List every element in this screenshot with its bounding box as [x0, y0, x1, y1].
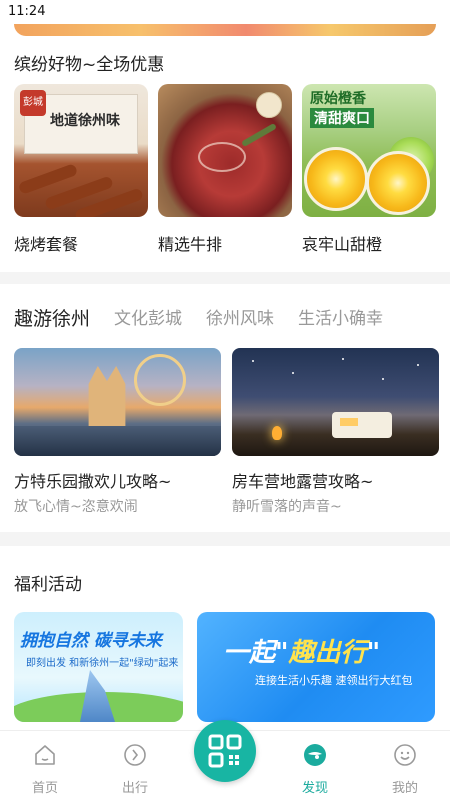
goods-card-bbq[interactable]: 彭城 地道徐州味 烧烤套餐 [14, 84, 148, 255]
banner-subtitle: 即刻出发 和新徐州一起"绿动"起来 [26, 658, 179, 669]
image-title: 原始橙香 [310, 91, 366, 107]
goods-image-steak [158, 84, 292, 217]
nav-item-travel[interactable]: 出行 [105, 743, 165, 796]
nav-label: 发现 [301, 781, 328, 796]
tab-quyou[interactable]: 趣游徐州 [14, 304, 90, 331]
star [382, 378, 384, 380]
tour-title: 方特乐园撒欢儿攻略~ [14, 472, 172, 491]
section-title: 福利活动 [14, 575, 82, 595]
welfare-banner-travel[interactable]: 一起"趣出行" 连接生活小乐趣 速领出行大红包 [197, 612, 435, 722]
smile-icon [394, 744, 416, 766]
tour-image-camp [232, 348, 439, 456]
welfare-section: 福利活动 拥抱自然 碳寻未来 即刻出发 和新徐州一起"绿动"起来 一起"趣出行"… [0, 546, 450, 736]
orange-half-1 [304, 147, 368, 211]
status-time: 11:24 [8, 4, 46, 19]
tour-title: 房车营地露营攻略~ [232, 472, 374, 491]
nav-item-home[interactable]: 首页 [15, 743, 75, 796]
package-text: 地道徐州味 [50, 113, 120, 129]
banner-subtitle: 连接生活小乐趣 速领出行大红包 [255, 674, 413, 687]
star [292, 372, 294, 374]
status-bar: 11:24 [0, 0, 450, 24]
campfire [272, 426, 282, 440]
scan-button[interactable] [194, 720, 256, 782]
castle-shape [88, 366, 126, 426]
nav-label: 出行 [121, 781, 148, 796]
lake-reflection [14, 426, 221, 456]
bottom-nav: 首页 出行 发现 我的 [0, 720, 450, 800]
star [342, 358, 344, 360]
tour-image-park [14, 348, 221, 456]
rosemary-decoration [241, 122, 277, 148]
brand-stamp: 彭城 [20, 90, 46, 116]
tour-card-fangte[interactable]: 方特乐园撒欢儿攻略~ 放飞心情~恣意欢闹 [14, 348, 221, 516]
nav-item-discover[interactable]: 发现 [285, 743, 345, 796]
qr-code-icon [208, 734, 242, 768]
tour-card-camping[interactable]: 房车营地露营攻略~ 静听雪落的声音~ [232, 348, 439, 516]
tab-fengwei[interactable]: 徐州风味 [206, 304, 274, 331]
tour-section: 趣游徐州 文化彭城 徐州风味 生活小确幸 方特乐园撒欢儿攻略~ 放飞心情~恣意欢… [0, 284, 450, 532]
banner-title-highlight: 趣出行 [288, 638, 367, 668]
banner-title: 一起"趣出行" [223, 632, 380, 669]
goods-name: 精选牛排 [158, 235, 223, 254]
goods-card-orange[interactable]: 原始橙香 清甜爽口 哀牢山甜橙 [302, 84, 436, 255]
tour-tabs: 趣游徐州 文化彭城 徐州风味 生活小确幸 [14, 304, 407, 331]
rv-trailer [332, 412, 392, 438]
goods-image-orange: 原始橙香 清甜爽口 [302, 84, 436, 217]
banner-title-post: " [366, 638, 381, 668]
image-subtitle: 清甜爽口 [310, 108, 374, 128]
goods-name: 烧烤套餐 [14, 235, 79, 254]
garlic-decoration [256, 92, 282, 118]
tab-shenghuo[interactable]: 生活小确幸 [298, 304, 383, 331]
banner-title: 拥抱自然 碳寻未来 [20, 631, 162, 651]
tour-subtitle: 放飞心情~恣意欢闹 [14, 499, 138, 515]
star [252, 360, 254, 362]
goods-card-steak[interactable]: 精选牛排 [158, 84, 292, 255]
ferris-wheel-shape [134, 354, 186, 406]
star [417, 364, 419, 366]
compass-icon [124, 744, 146, 766]
orange-half-2 [366, 151, 430, 215]
steak-marbling [198, 142, 246, 172]
nav-label: 首页 [31, 781, 58, 796]
home-icon [35, 745, 55, 765]
nav-label: 我的 [391, 781, 418, 796]
banner-title-pre: 一起" [223, 638, 289, 668]
discover-icon [304, 744, 326, 766]
goods-name: 哀牢山甜橙 [302, 235, 383, 254]
goods-image-bbq: 彭城 地道徐州味 [14, 84, 148, 217]
goods-section: 缤纷好物~全场优惠 彭城 地道徐州味 烧烤套餐 精选牛排 原始橙香 清甜爽口 哀… [0, 24, 450, 272]
nav-item-mine[interactable]: 我的 [375, 743, 435, 796]
section-title: 缤纷好物~全场优惠 [14, 55, 165, 75]
tab-wenhua[interactable]: 文化彭城 [114, 304, 182, 331]
tour-subtitle: 静听雪落的声音~ [232, 499, 342, 515]
welfare-banner-green[interactable]: 拥抱自然 碳寻未来 即刻出发 和新徐州一起"绿动"起来 [14, 612, 183, 722]
